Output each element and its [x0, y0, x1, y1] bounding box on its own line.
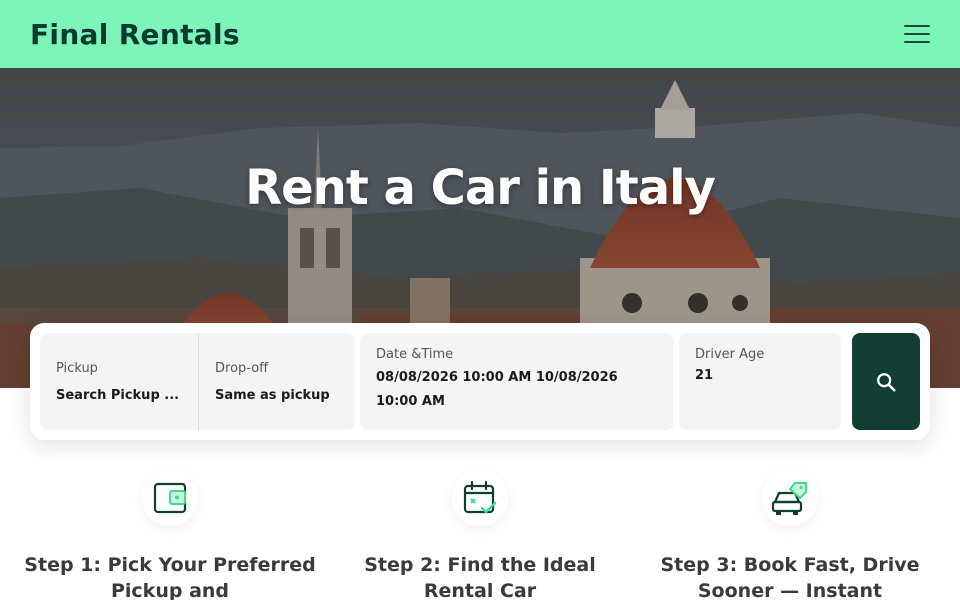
site-header: Final Rentals	[0, 0, 960, 68]
pickup-field[interactable]: Pickup Search Pickup ...	[40, 333, 198, 430]
step-3: Step 3: Book Fast, Drive Sooner — Instan…	[640, 470, 940, 600]
dropoff-label: Drop-off	[215, 361, 269, 376]
hamburger-menu-icon[interactable]	[904, 25, 930, 43]
search-button[interactable]	[852, 333, 920, 430]
driver-age-field[interactable]: Driver Age 21	[679, 333, 841, 430]
step-title: Step 2: Find the Ideal Rental Car	[364, 554, 596, 600]
car-tag-icon	[762, 470, 818, 526]
pickup-label: Pickup	[56, 361, 98, 376]
calendar-check-icon	[452, 470, 508, 526]
hero-title: Rent a Car in Italy	[245, 160, 716, 216]
wallet-icon	[142, 470, 198, 526]
step-title: Step 3: Book Fast, Drive Sooner — Instan…	[660, 554, 920, 600]
pickup-value[interactable]: Search Pickup ...	[56, 384, 182, 408]
dropoff-field[interactable]: Drop-off Same as pickup	[198, 333, 355, 430]
date-time-field[interactable]: Date &Time 08/08/2026 10:00 AM 10/08/202…	[360, 333, 674, 430]
logo[interactable]: Final Rentals	[30, 18, 240, 51]
steps-section: Step 1: Pick Your Preferred Pickup and S…	[0, 470, 960, 600]
step-title: Step 1: Pick Your Preferred Pickup and	[24, 554, 316, 600]
driver-age-value[interactable]: 21	[695, 364, 825, 388]
dropoff-value[interactable]: Same as pickup	[215, 384, 339, 408]
step-2: Step 2: Find the Ideal Rental Car	[330, 470, 630, 600]
date-time-value[interactable]: 08/08/2026 10:00 AM 10/08/2026 10:00 AM	[376, 366, 658, 414]
search-form: Pickup Search Pickup ... Drop-off Same a…	[30, 323, 930, 440]
step-1: Step 1: Pick Your Preferred Pickup and	[20, 470, 320, 600]
driver-age-label: Driver Age	[695, 347, 765, 362]
date-time-label: Date &Time	[376, 347, 454, 362]
search-icon	[877, 372, 896, 392]
